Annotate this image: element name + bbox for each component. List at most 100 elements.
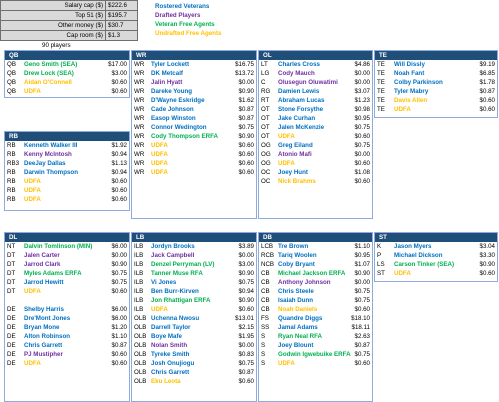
player-position: DT — [7, 252, 16, 259]
player-name: Tyler Lockett — [151, 61, 190, 68]
player-salary: $0.60 — [111, 351, 127, 358]
player-salary: $1.13 — [111, 160, 127, 167]
player-position: WR — [134, 115, 145, 122]
player-name: Dareke Young — [151, 88, 193, 95]
player-row — [5, 296, 129, 305]
player-position: OLB — [134, 333, 147, 340]
player-position: QB — [7, 70, 16, 77]
panel-dl: DL NT Dalvin Tomlinson (MIN) $6.00 DT Jalen C… — [4, 232, 130, 402]
player-position: ILB — [134, 297, 144, 304]
player-salary: $18.11 — [351, 324, 370, 331]
cap-value: $1.3 — [105, 30, 138, 41]
player-name: Jon Rhattigan ERFA — [151, 297, 211, 304]
player-salary: $2.63 — [354, 333, 370, 340]
player-row: WR Jalin Hyatt $0.00 — [132, 78, 256, 87]
player-row: DE Bryan Mone $1.20 — [5, 323, 129, 332]
player-position: WR — [134, 133, 145, 140]
player-position: OC — [261, 169, 271, 176]
player-row: DT Jalen Carter $0.00 — [5, 251, 129, 260]
player-position: TE — [377, 70, 385, 77]
player-row: DT Jarrod Clark $0.90 — [5, 260, 129, 269]
player-position: RB — [7, 169, 16, 176]
player-name: Denzel Perryman (LV) — [151, 261, 215, 268]
player-name: Chris Garrett — [151, 369, 190, 376]
panel-rb: RB RB Kenneth Walker III $1.92 RB Kenny McInt… — [4, 131, 130, 211]
player-row: DE PJ Mustipher $0.60 — [5, 350, 129, 359]
player-position: OC — [261, 178, 271, 185]
player-salary: $0.00 — [354, 151, 370, 158]
player-salary: $0.60 — [354, 160, 370, 167]
player-salary: $1.10 — [354, 243, 370, 250]
player-name: UDFA — [278, 160, 295, 167]
player-row: S UDFA $0.60 — [259, 359, 372, 368]
player-salary: $0.98 — [354, 106, 370, 113]
player-salary: $13.72 — [235, 70, 254, 77]
player-position: DE — [7, 351, 16, 358]
player-position: OT — [261, 115, 270, 122]
player-position: TE — [377, 79, 385, 86]
player-name: Nolan Smith — [151, 342, 188, 349]
player-position: FS — [261, 315, 269, 322]
player-name: Myles Adams ERFA — [24, 270, 82, 277]
player-row: OT UDFA $0.60 — [259, 132, 372, 141]
player-salary: $0.75 — [111, 270, 127, 277]
player-row: ILB Jordyn Brooks $3.89 — [132, 242, 256, 251]
player-position: RB — [7, 178, 16, 185]
player-position: RB — [7, 151, 16, 158]
player-position: ILB — [134, 279, 144, 286]
player-row: OLB Uchenna Nwosu $13.01 — [132, 314, 256, 323]
player-row: CB Anthony Johnson $0.00 — [259, 278, 372, 287]
player-name: Alton Robinson — [24, 333, 71, 340]
panel-ol: OL LT Charles Cross $4.86 LG Cody Mauch $0.00 C… — [258, 50, 373, 219]
player-salary: $0.60 — [111, 178, 127, 185]
player-position: CB — [261, 279, 270, 286]
player-row: WR Tyler Lockett $16.75 — [132, 60, 256, 69]
player-salary: $16.75 — [235, 61, 254, 68]
player-row: TE UDFA $0.60 — [375, 105, 497, 114]
player-name: Cody Mauch — [278, 70, 315, 77]
player-name: Charles Cross — [278, 61, 320, 68]
player-position: DE — [7, 306, 16, 313]
player-salary: $0.83 — [238, 351, 254, 358]
player-row: S Joey Blount $0.87 — [259, 341, 372, 350]
player-salary: $0.60 — [111, 196, 127, 203]
player-name: Chris Steele — [278, 288, 314, 295]
cap-label: Cap room ($) — [0, 30, 106, 41]
player-position: S — [261, 351, 266, 358]
player-position: OT — [261, 124, 270, 131]
player-name: Vi Jones — [151, 279, 177, 286]
player-row: DE Chris Garrett $0.87 — [5, 341, 129, 350]
player-name: Ryan Neal RFA — [278, 333, 323, 340]
player-salary: $0.90 — [238, 88, 254, 95]
player-name: Chris Garrett — [24, 342, 63, 349]
player-name: Jake Curhan — [278, 115, 316, 122]
player-position: RB — [7, 187, 16, 194]
player-row: DT Myles Adams ERFA $0.75 — [5, 269, 129, 278]
player-salary: $0.60 — [238, 169, 254, 176]
player-name: Colby Parkinson — [394, 79, 443, 86]
player-row: NCB Coby Bryant $1.07 — [259, 260, 372, 269]
player-name: Will Dissly — [394, 61, 425, 68]
player-row: LCB Tre Brown $1.10 — [259, 242, 372, 251]
player-position: DE — [7, 315, 16, 322]
panel-header: DB — [259, 233, 372, 242]
player-position: OLB — [134, 315, 147, 322]
player-position: WR — [134, 142, 145, 149]
player-row: OLB Chris Garrett $0.87 — [132, 368, 256, 377]
player-salary: $0.00 — [354, 70, 370, 77]
player-salary: $13.01 — [235, 315, 254, 322]
panel-db: DB LCB Tre Brown $1.10 RCB Tariq Woolen $0.95 N… — [258, 232, 373, 402]
player-row: RB Darwin Thompson $0.94 — [5, 168, 129, 177]
player-position: OG — [261, 142, 271, 149]
player-salary: $0.87 — [238, 369, 254, 376]
player-name: Jason Myers — [394, 243, 432, 250]
player-position: OT — [261, 133, 270, 140]
player-row: RB UDFA $0.60 — [5, 195, 129, 204]
player-row: RB UDFA $0.60 — [5, 186, 129, 195]
player-name: Darwin Thompson — [24, 169, 78, 176]
player-salary: $0.90 — [111, 261, 127, 268]
player-position: P — [377, 252, 382, 259]
player-row: NT Dalvin Tomlinson (MIN) $6.00 — [5, 242, 129, 251]
player-salary: $0.87 — [111, 342, 127, 349]
player-position: CB — [261, 306, 270, 313]
